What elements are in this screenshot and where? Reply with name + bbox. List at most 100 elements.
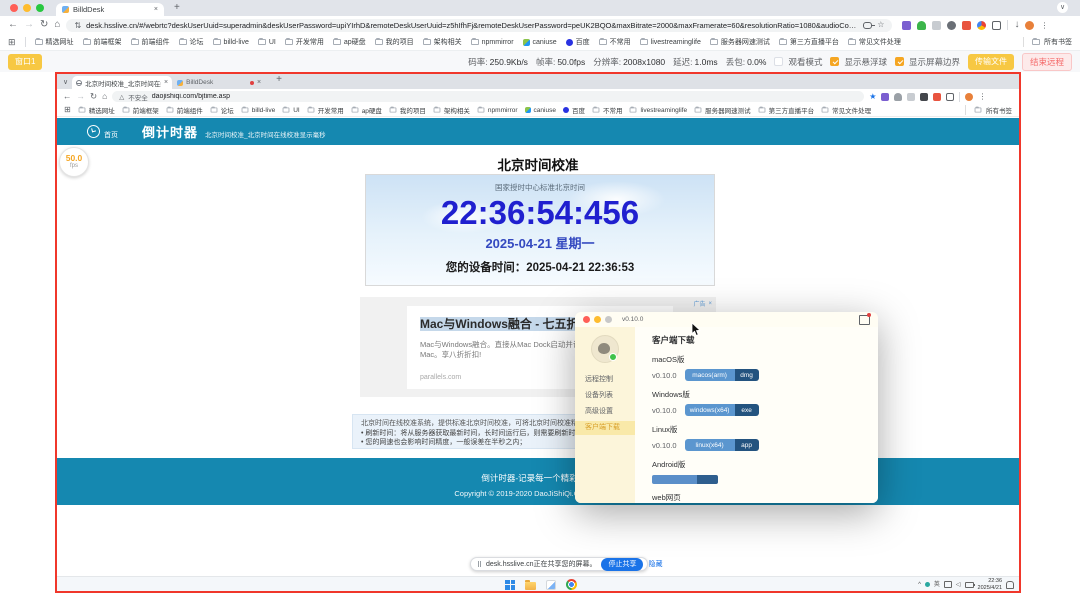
bookmark-item[interactable]: livestreaminglife — [629, 107, 687, 114]
extension-green-icon[interactable] — [917, 21, 926, 30]
menu-client-download[interactable]: 客户端下载 — [575, 421, 635, 435]
bookmark-item[interactable]: npmmirror — [471, 39, 514, 46]
bookmark-item[interactable]: 第三方直播平台 — [779, 37, 839, 47]
bookmark-star-filled-icon[interactable]: ★ — [869, 92, 876, 101]
bookmark-item[interactable]: 常见文件处理 — [821, 105, 871, 115]
android-progress-bar[interactable] — [652, 475, 718, 484]
fps-float-ball[interactable]: 50.0 fps — [59, 147, 89, 177]
macos-ext-button[interactable]: dmg — [735, 369, 759, 381]
bookmark-item[interactable]: livestreaminglife — [640, 39, 701, 46]
bookmark-item[interactable]: 前端框架 — [83, 37, 122, 47]
billddesk-app-icon[interactable] — [546, 580, 556, 590]
home-icon[interactable]: ⌂ — [54, 20, 60, 30]
menu-device-list[interactable]: 设备列表 — [575, 389, 635, 403]
extensions-puzzle-icon[interactable] — [946, 93, 954, 101]
extension-color-icon[interactable] — [977, 21, 986, 30]
tab-search-icon[interactable]: ∨ — [1057, 2, 1068, 13]
extension-red-icon[interactable] — [933, 93, 941, 101]
new-tab-button[interactable]: + — [174, 3, 180, 13]
mac-zoom-button[interactable] — [36, 4, 44, 12]
back-icon[interactable]: ← — [8, 20, 18, 30]
display-icon[interactable] — [944, 581, 952, 588]
screen-border-checkbox[interactable] — [895, 57, 904, 66]
bookmark-item[interactable]: 架构相关 — [423, 37, 462, 47]
reload-icon[interactable]: ↻ — [90, 92, 97, 101]
ad-close-icon[interactable]: × — [708, 301, 712, 307]
extension-gray-icon[interactable] — [932, 21, 941, 30]
remote-tab-billddesk[interactable]: BilldDesk × — [172, 76, 266, 89]
remote-new-tab-button[interactable]: + — [276, 75, 282, 85]
extension-light-icon[interactable] — [907, 93, 915, 101]
chrome-icon[interactable] — [566, 579, 577, 590]
bookmark-item[interactable]: 第三方直播平台 — [758, 105, 815, 115]
file-explorer-icon[interactable] — [525, 582, 536, 590]
end-remote-button[interactable]: 结束远程 — [1022, 53, 1072, 71]
linux-ext-button[interactable]: app — [735, 439, 759, 451]
drag-handle-icon[interactable] — [478, 561, 481, 567]
client-share-icon[interactable] — [859, 315, 870, 325]
client-avatar[interactable] — [591, 335, 619, 363]
bookmark-item[interactable]: 精选网址 — [35, 37, 74, 47]
transfer-file-button[interactable]: 传输文件 — [968, 54, 1014, 70]
volume-icon[interactable]: ◁ — [956, 582, 961, 588]
menu-remote-control[interactable]: 远程控制 — [575, 373, 635, 387]
bookmark-item-baidu[interactable]: 百度 — [563, 105, 585, 115]
bookmark-item[interactable]: 常见文件处理 — [848, 37, 901, 47]
ad-source[interactable]: parallels.com — [420, 374, 461, 381]
download-icon[interactable]: ↓ — [1014, 20, 1019, 30]
forward-icon[interactable]: → — [77, 92, 86, 101]
stop-sharing-button[interactable]: 停止共享 — [601, 558, 643, 571]
bookmark-item-caniuse[interactable]: caniuse — [525, 107, 556, 114]
remote-tab-time[interactable]: 北京时间校准_北京时间在线校 × — [72, 76, 172, 89]
bookmark-item[interactable]: 不常用 — [599, 37, 631, 47]
home-link[interactable]: 首页 — [104, 130, 118, 140]
windows-ext-button[interactable]: exe — [735, 404, 759, 416]
remote-desktop-viewport[interactable]: ∨ 北京时间校准_北京时间在线校 × BilldDesk × + ← → ↻ ⌂… — [55, 72, 1021, 593]
bookmark-item[interactable]: UI — [258, 39, 276, 46]
billddesk-client-window[interactable]: v0.10.0 远程控制 设备列表 高级设置 客户端下载 客户端下载 macOS… — [575, 312, 878, 503]
taskbar-clock[interactable]: 22:36 2025/4/21 — [978, 578, 1002, 591]
extension-purple-icon[interactable] — [881, 93, 889, 101]
ad-title[interactable]: Mac与Windows融合 - 七五折 — [420, 317, 579, 331]
bookmark-item[interactable]: UI — [282, 107, 300, 114]
browser-menu-icon[interactable]: ⋮ — [1040, 21, 1048, 30]
remote-address-bar[interactable]: △ 不安全 daojishiqi.com/bjtime.asp — [112, 91, 864, 102]
extension-red-icon[interactable] — [962, 21, 971, 30]
windows-build-button[interactable]: windows(x64) — [685, 404, 735, 416]
browser-menu-icon[interactable]: ⋮ — [978, 92, 986, 101]
apps-grid-icon[interactable]: ⊞ — [64, 106, 71, 114]
apps-grid-icon[interactable]: ⊞ — [8, 38, 16, 47]
tray-chevron-icon[interactable]: ^ — [918, 582, 921, 588]
bookmark-item-baidu[interactable]: 百度 — [566, 37, 590, 47]
battery-icon[interactable] — [965, 582, 974, 588]
tab-close-icon[interactable]: × — [154, 6, 158, 13]
back-icon[interactable]: ← — [63, 92, 72, 101]
window-1-button[interactable]: 窗口1 — [8, 54, 42, 70]
remote-tab-chevron-icon[interactable]: ∨ — [63, 78, 68, 86]
macos-build-button[interactable]: macos(arm) — [685, 369, 735, 381]
extension-dark-icon[interactable] — [947, 21, 956, 30]
home-icon[interactable]: ⌂ — [102, 92, 107, 101]
bookmark-item[interactable]: ap硬盘 — [333, 37, 366, 47]
extension-purple-icon[interactable] — [902, 21, 911, 30]
bookmark-item[interactable]: billd-live — [213, 39, 249, 46]
bookmark-item[interactable]: 论坛 — [179, 37, 204, 47]
extensions-puzzle-icon[interactable] — [992, 21, 1001, 30]
reload-icon[interactable]: ↻ — [40, 20, 48, 30]
client-minimize-button[interactable] — [594, 316, 601, 323]
outer-address-bar[interactable]: ⇅ desk.hsslive.cn/#/webrtc?deskUserUuid=… — [66, 19, 892, 32]
start-button-icon[interactable] — [505, 580, 515, 590]
password-manager-icon[interactable] — [863, 22, 872, 29]
site-title[interactable]: 倒计时器 — [142, 122, 198, 141]
input-language-icon[interactable]: 英 — [934, 582, 940, 588]
bookmark-item[interactable]: 不常用 — [592, 105, 623, 115]
bookmark-item[interactable]: 开发常用 — [307, 105, 344, 115]
profile-avatar[interactable] — [965, 93, 973, 101]
bookmark-item[interactable]: 服务器网速测试 — [710, 37, 770, 47]
mac-minimize-button[interactable] — [23, 4, 31, 12]
bookmark-item[interactable]: 开发常用 — [285, 37, 324, 47]
extension-dark-icon[interactable] — [920, 93, 928, 101]
bookmark-item[interactable]: 我的项目 — [375, 37, 414, 47]
bookmark-item[interactable]: 前端组件 — [166, 105, 203, 115]
linux-build-button[interactable]: linux(x64) — [685, 439, 735, 451]
